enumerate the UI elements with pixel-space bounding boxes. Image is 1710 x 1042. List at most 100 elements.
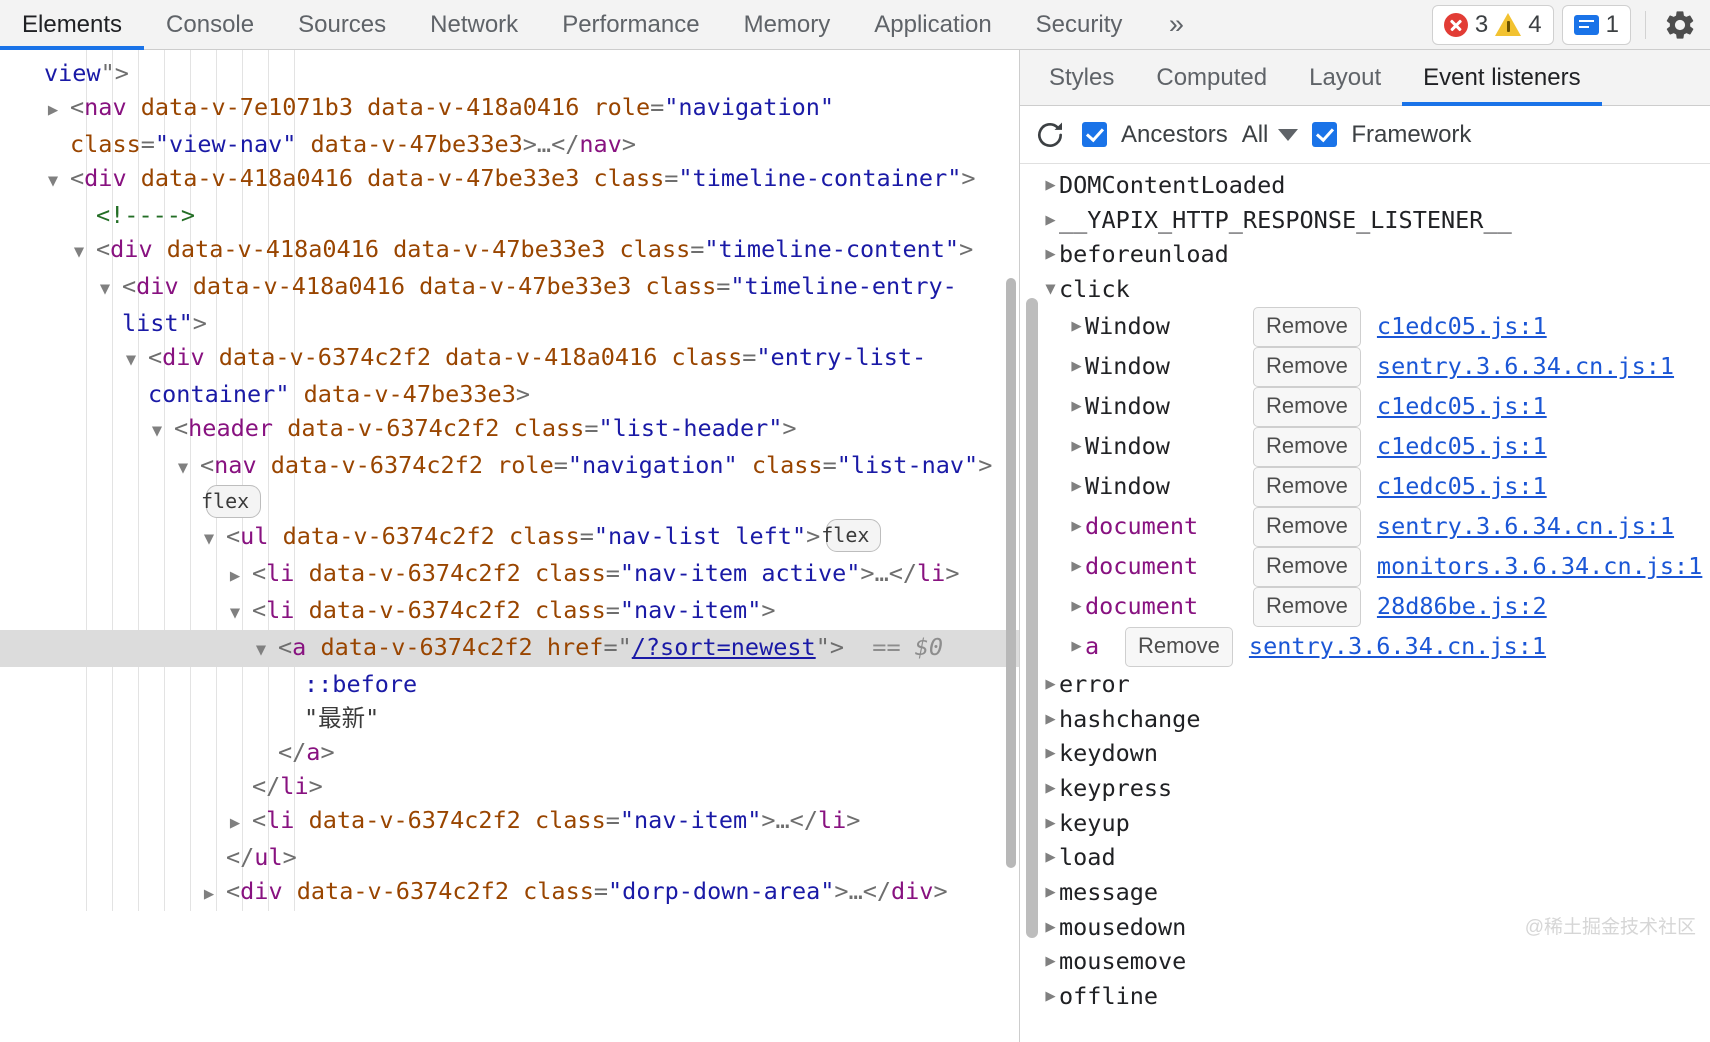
event-listener-row[interactable]: document Remove monitors.3.6.34.cn.js:1 bbox=[1020, 546, 1710, 587]
chevron-right-icon[interactable] bbox=[1042, 736, 1059, 771]
event-group-keypress[interactable]: keypress bbox=[1020, 771, 1710, 806]
chevron-right-icon[interactable] bbox=[1042, 944, 1059, 979]
dom-node-row[interactable]: <header data-v-6374c2f2 class="list-head… bbox=[0, 411, 1019, 448]
chevron-down-icon[interactable] bbox=[261, 633, 278, 667]
chevron-right-icon[interactable] bbox=[1042, 203, 1059, 238]
more-panels-icon[interactable]: » bbox=[1144, 0, 1208, 49]
dom-node-row[interactable]: <div data-v-6374c2f2 class="dorp-down-ar… bbox=[0, 874, 1019, 911]
panel-tab-performance[interactable]: Performance bbox=[540, 0, 721, 49]
listener-source-link[interactable]: 28d86be.js:2 bbox=[1377, 589, 1547, 624]
dom-node-row[interactable]: <a data-v-6374c2f2 href="/?sort=newest">… bbox=[0, 630, 1019, 667]
flex-badge[interactable]: flex bbox=[821, 519, 882, 552]
listener-source-link[interactable]: c1edc05.js:1 bbox=[1377, 469, 1547, 504]
event-listener-row[interactable]: document Remove sentry.3.6.34.cn.js:1 bbox=[1020, 506, 1710, 547]
remove-listener-button[interactable]: Remove bbox=[1253, 386, 1361, 427]
event-group-error[interactable]: error bbox=[1020, 667, 1710, 702]
chevron-right-icon[interactable] bbox=[235, 559, 252, 593]
listener-source-link[interactable]: monitors.3.6.34.cn.js:1 bbox=[1377, 549, 1702, 584]
panel-tab-sources[interactable]: Sources bbox=[276, 0, 408, 49]
event-group-keydown[interactable]: keydown bbox=[1020, 736, 1710, 771]
panel-tab-console[interactable]: Console bbox=[144, 0, 276, 49]
remove-listener-button[interactable]: Remove bbox=[1253, 586, 1361, 627]
event-group-keyup[interactable]: keyup bbox=[1020, 806, 1710, 841]
event-filter-select[interactable]: All bbox=[1242, 121, 1299, 149]
chevron-right-icon[interactable] bbox=[1042, 840, 1059, 875]
event-group-click[interactable]: click bbox=[1020, 272, 1710, 307]
chevron-right-icon[interactable] bbox=[1068, 509, 1085, 544]
sidebar-tab-computed[interactable]: Computed bbox=[1135, 50, 1288, 105]
remove-listener-button[interactable]: Remove bbox=[1253, 426, 1361, 467]
chevron-right-icon[interactable] bbox=[1068, 629, 1085, 664]
chevron-down-icon[interactable] bbox=[131, 343, 148, 377]
remove-listener-button[interactable]: Remove bbox=[1253, 346, 1361, 387]
event-group-offline[interactable]: offline bbox=[1020, 979, 1710, 1014]
chevron-right-icon[interactable] bbox=[1042, 910, 1059, 945]
chevron-right-icon[interactable] bbox=[1068, 309, 1085, 344]
event-group-mousedown[interactable]: mousedown bbox=[1020, 910, 1710, 945]
chevron-down-icon[interactable] bbox=[105, 272, 122, 306]
dom-node-row[interactable]: <div data-v-418a0416 data-v-47be33e3 cla… bbox=[0, 161, 1019, 198]
listener-source-link[interactable]: sentry.3.6.34.cn.js:1 bbox=[1249, 629, 1546, 664]
panel-tab-memory[interactable]: Memory bbox=[722, 0, 853, 49]
dom-node-row[interactable]: <div data-v-418a0416 data-v-47be33e3 cla… bbox=[0, 232, 1019, 269]
event-listener-row[interactable]: document Remove 28d86be.js:2 bbox=[1020, 586, 1710, 627]
dom-node-row[interactable]: "最新" bbox=[0, 701, 1019, 735]
dom-node-row[interactable]: <nav data-v-6374c2f2 role="navigation" c… bbox=[0, 448, 1019, 519]
sidebar-tab-event-listeners[interactable]: Event listeners bbox=[1402, 50, 1602, 106]
event-listener-row[interactable]: Window Remove c1edc05.js:1 bbox=[1020, 386, 1710, 427]
chevron-down-icon[interactable] bbox=[209, 522, 226, 556]
remove-listener-button[interactable]: Remove bbox=[1253, 546, 1361, 587]
chevron-down-icon[interactable] bbox=[183, 451, 200, 485]
chevron-right-icon[interactable] bbox=[1068, 549, 1085, 584]
event-group-domcontentloaded[interactable]: DOMContentLoaded bbox=[1020, 168, 1710, 203]
event-group-__yapix_http_response_listener__[interactable]: __YAPIX_HTTP_RESPONSE_LISTENER__ bbox=[1020, 203, 1710, 238]
chevron-right-icon[interactable] bbox=[1042, 237, 1059, 272]
chevron-right-icon[interactable] bbox=[1068, 469, 1085, 504]
event-group-mousemove[interactable]: mousemove bbox=[1020, 944, 1710, 979]
event-listener-row[interactable]: a Remove sentry.3.6.34.cn.js:1 bbox=[1020, 626, 1710, 667]
remove-listener-button[interactable]: Remove bbox=[1253, 306, 1361, 347]
listener-source-link[interactable]: sentry.3.6.34.cn.js:1 bbox=[1377, 509, 1674, 544]
chevron-right-icon[interactable] bbox=[209, 877, 226, 911]
settings-gear-icon[interactable] bbox=[1660, 5, 1700, 45]
dom-tree[interactable]: view"><nav data-v-7e1071b3 data-v-418a04… bbox=[0, 50, 1019, 911]
event-group-message[interactable]: message bbox=[1020, 875, 1710, 910]
listener-source-link[interactable]: c1edc05.js:1 bbox=[1377, 309, 1547, 344]
event-listener-row[interactable]: Window Remove c1edc05.js:1 bbox=[1020, 306, 1710, 347]
refresh-icon[interactable] bbox=[1032, 117, 1068, 153]
dom-tree-scrollbar[interactable] bbox=[1006, 278, 1016, 868]
listener-source-link[interactable]: c1edc05.js:1 bbox=[1377, 429, 1547, 464]
event-listener-row[interactable]: Window Remove c1edc05.js:1 bbox=[1020, 466, 1710, 507]
chevron-down-icon[interactable] bbox=[79, 235, 96, 269]
dom-node-row[interactable]: <ul data-v-6374c2f2 class="nav-list left… bbox=[0, 519, 1019, 556]
chevron-right-icon[interactable] bbox=[235, 806, 252, 840]
dom-node-row[interactable]: </a> bbox=[0, 735, 1019, 769]
chevron-right-icon[interactable] bbox=[1068, 589, 1085, 624]
chevron-right-icon[interactable] bbox=[1042, 979, 1059, 1014]
dom-node-row[interactable]: <nav data-v-7e1071b3 data-v-418a0416 rol… bbox=[0, 90, 1019, 161]
chevron-right-icon[interactable] bbox=[1042, 702, 1059, 737]
panel-tab-security[interactable]: Security bbox=[1014, 0, 1145, 49]
event-listeners-scrollbar[interactable] bbox=[1026, 298, 1038, 938]
remove-listener-button[interactable]: Remove bbox=[1125, 626, 1233, 667]
dom-node-row[interactable]: <div data-v-6374c2f2 data-v-418a0416 cla… bbox=[0, 340, 1019, 411]
chevron-right-icon[interactable] bbox=[1068, 389, 1085, 424]
chevron-down-icon[interactable] bbox=[157, 414, 174, 448]
chevron-right-icon[interactable] bbox=[1042, 771, 1059, 806]
chevron-right-icon[interactable] bbox=[1042, 875, 1059, 910]
panel-tab-network[interactable]: Network bbox=[408, 0, 540, 49]
panel-tab-application[interactable]: Application bbox=[852, 0, 1013, 49]
flex-badge[interactable]: flex bbox=[201, 485, 262, 518]
remove-listener-button[interactable]: Remove bbox=[1253, 466, 1361, 507]
dom-node-row[interactable]: </li> bbox=[0, 769, 1019, 803]
chevron-down-icon[interactable] bbox=[53, 164, 70, 198]
dom-node-row[interactable]: <li data-v-6374c2f2 class="nav-item acti… bbox=[0, 556, 1019, 593]
chevron-right-icon[interactable] bbox=[1068, 349, 1085, 384]
event-group-load[interactable]: load bbox=[1020, 840, 1710, 875]
chevron-right-icon[interactable] bbox=[1068, 429, 1085, 464]
dom-node-row[interactable]: </ul> bbox=[0, 840, 1019, 874]
dom-token-lnk[interactable]: /?sort=newest bbox=[632, 633, 816, 661]
event-listener-row[interactable]: Window Remove c1edc05.js:1 bbox=[1020, 426, 1710, 467]
event-group-hashchange[interactable]: hashchange bbox=[1020, 702, 1710, 737]
dom-node-row[interactable]: view"> bbox=[0, 56, 1019, 90]
